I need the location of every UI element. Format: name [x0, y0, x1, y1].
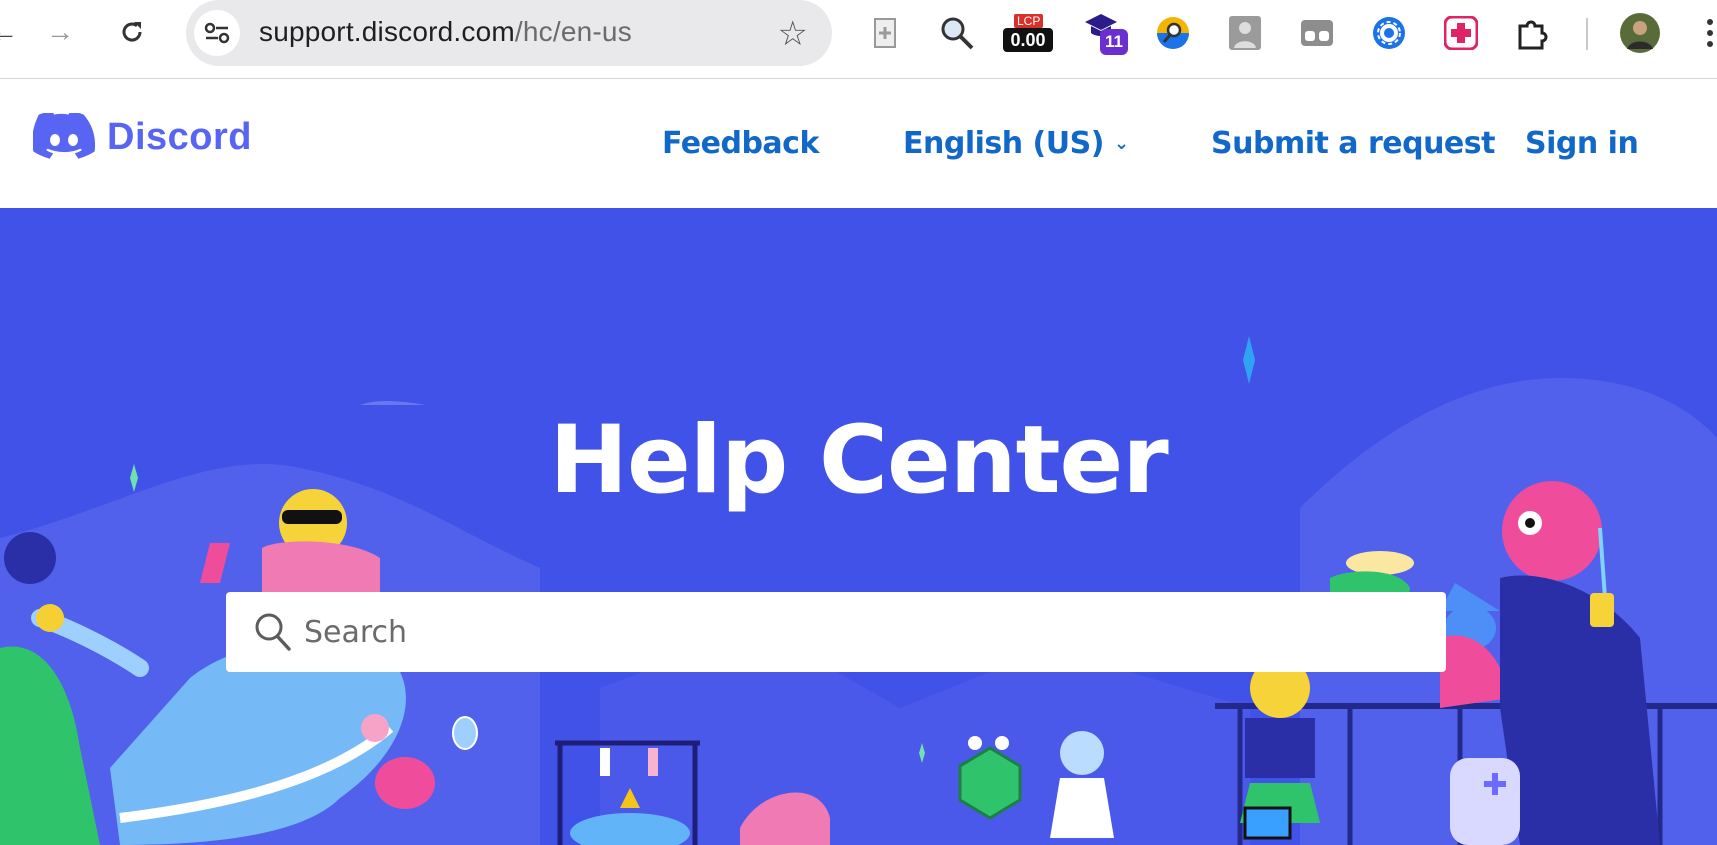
site-settings-icon[interactable]: [194, 10, 240, 56]
url-text[interactable]: support.discord.com/hc/en-us: [259, 16, 632, 48]
extension-person-icon[interactable]: [1224, 12, 1266, 54]
sign-in-link[interactable]: Sign in: [1525, 126, 1639, 161]
bookmark-star-icon[interactable]: ☆: [778, 14, 808, 54]
discord-clyde-icon: [33, 113, 95, 159]
lcp-label: LCP: [1014, 14, 1044, 28]
language-label: English (US): [903, 126, 1104, 161]
submit-request-link[interactable]: Submit a request: [1211, 126, 1495, 161]
extension-magnifier-icon[interactable]: [936, 12, 978, 54]
url-host: support.discord.com: [259, 16, 515, 47]
extensions-puzzle-icon[interactable]: [1512, 12, 1554, 54]
extension-badge-count: 11: [1100, 29, 1128, 55]
reload-icon[interactable]: [114, 14, 150, 50]
extension-graduation-icon[interactable]: 11: [1082, 12, 1132, 55]
hero-illustration: [0, 336, 1717, 845]
search-bar[interactable]: [226, 592, 1446, 672]
extension-doc-icon[interactable]: [864, 12, 906, 54]
search-icon: [255, 613, 291, 651]
feedback-link[interactable]: Feedback: [662, 126, 819, 161]
extension-search-circle-icon[interactable]: [1152, 12, 1194, 54]
back-icon[interactable]: ←: [0, 14, 22, 50]
search-input[interactable]: [304, 606, 1404, 658]
url-path: /hc/en-us: [514, 16, 632, 47]
toolbar-divider: [1586, 18, 1588, 50]
extension-medical-icon[interactable]: [1440, 12, 1482, 54]
discord-logo[interactable]: Discord: [33, 113, 252, 161]
language-selector[interactable]: English (US) ⌄: [903, 126, 1129, 161]
extension-lcp-icon[interactable]: LCP 0.00: [1000, 12, 1056, 54]
extension-glasses-icon[interactable]: [1296, 12, 1338, 54]
hero-banner: Help Center: [0, 208, 1717, 845]
forward-icon[interactable]: →: [42, 14, 78, 50]
address-bar[interactable]: support.discord.com/hc/en-us ☆: [186, 0, 832, 66]
browser-toolbar: ← → support.discord.com/hc/en-us ☆ LCP 0…: [0, 0, 1717, 79]
lcp-value: 0.00: [1003, 28, 1053, 52]
page-title: Help Center: [549, 406, 1168, 515]
site-header: Discord Feedback English (US) ⌄ Submit a …: [0, 79, 1717, 208]
extension-gear-badge-icon[interactable]: [1368, 12, 1410, 54]
chevron-down-icon: ⌄: [1113, 133, 1129, 154]
browser-menu-icon[interactable]: [1703, 16, 1717, 52]
profile-avatar[interactable]: [1619, 12, 1661, 54]
logo-wordmark: Discord: [107, 115, 252, 158]
